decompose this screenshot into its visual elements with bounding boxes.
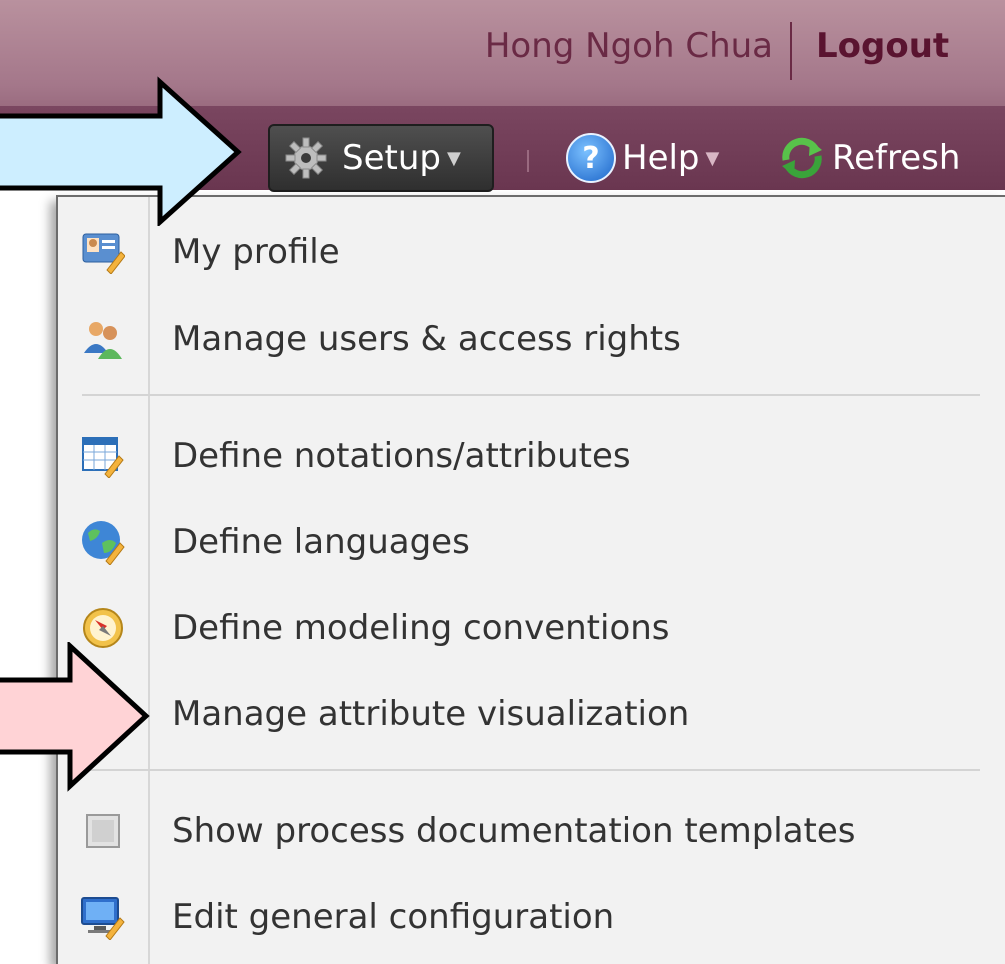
menu-item-label: Manage users & access rights [172,319,681,359]
menu-item-label: My profile [172,232,340,272]
refresh-button[interactable]: Refresh [778,130,960,186]
chevron-down-icon: ▼ [446,147,461,169]
help-label: Help [622,138,700,178]
table-edit-icon [58,413,148,499]
globe-edit-icon [58,499,148,585]
help-question-icon: ? [566,133,616,183]
checkbox-icon[interactable] [58,788,148,874]
setup-dropdown-menu: My profile Manage users & access rights [56,195,1005,964]
monitor-edit-icon [58,874,148,960]
arrow-right-icon [0,642,150,792]
menu-item-label: Edit general configuration [172,897,615,937]
menu-item-label: Show process documentation templates [172,811,856,851]
menu-item-show-process-documentation-templates[interactable]: Show process documentation templates [58,788,1005,874]
refresh-icon [778,134,826,182]
arrow-right-icon [0,76,242,226]
gear-icon [282,134,330,182]
toolbar-separator [527,150,529,172]
menu-divider [82,394,980,396]
logout-link[interactable]: Logout [816,26,949,66]
setup-button[interactable]: Setup ▼ [268,124,494,192]
menu-item-manage-users[interactable]: Manage users & access rights [58,296,1005,382]
menu-item-define-notations[interactable]: Define notations/attributes [58,413,1005,499]
chevron-down-icon: ▼ [705,147,720,169]
menu-item-label: Define languages [172,522,470,562]
refresh-label: Refresh [832,138,961,178]
users-icon [58,296,148,382]
menu-item-label: Define notations/attributes [172,436,631,476]
setup-label: Setup [342,138,441,178]
menu-item-edit-general-configuration[interactable]: Edit general configuration [58,874,1005,960]
user-name: Hong Ngoh Chua [484,26,773,66]
header-separator [790,22,792,80]
menu-item-define-languages[interactable]: Define languages [58,499,1005,585]
help-button[interactable]: ? Help ▼ [566,130,719,186]
